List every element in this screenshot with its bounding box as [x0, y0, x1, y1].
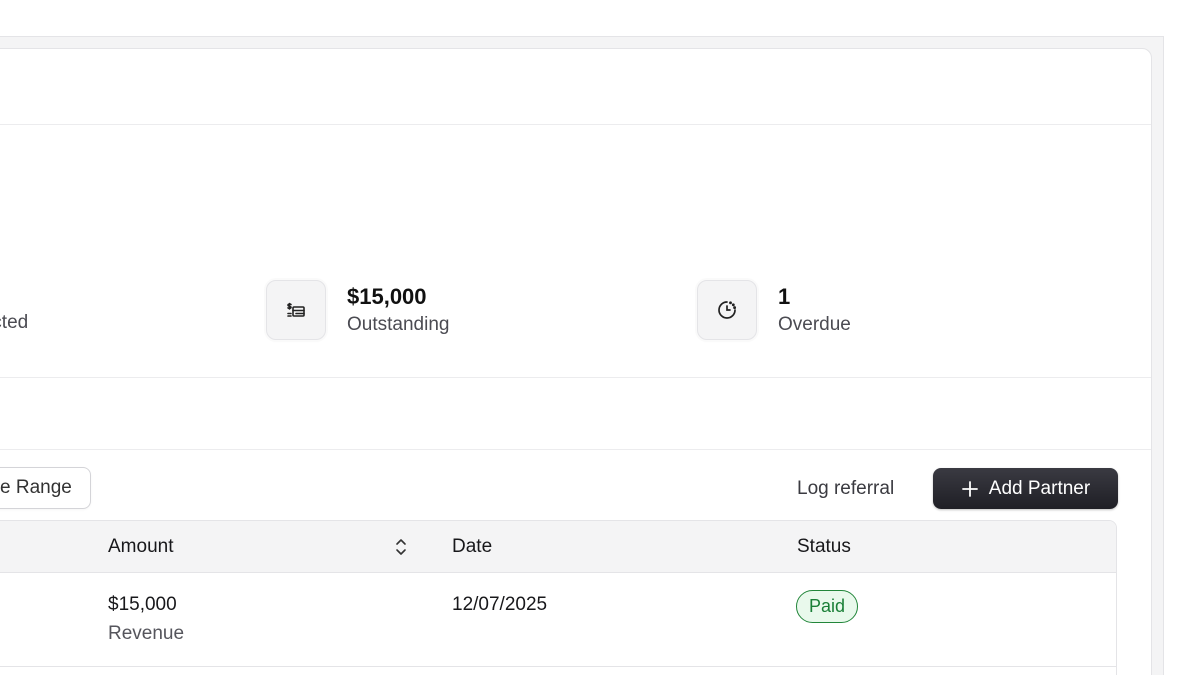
stat-label: Collected — [0, 312, 29, 333]
transactions-table: Amount Date Status $15,000 Revenue 12/07… — [0, 520, 1117, 675]
stats-section: 0 Collected $15,000 Outstanding — [0, 125, 1151, 378]
stat-label: Outstanding — [347, 314, 450, 335]
stat-outstanding: $15,000 Outstanding — [266, 280, 449, 340]
table-header: Amount Date Status — [0, 521, 1116, 573]
cell-date: 12/07/2025 — [452, 594, 548, 615]
column-header-date[interactable]: Date — [452, 535, 492, 559]
status-badge: Paid — [796, 590, 859, 623]
section-divider — [0, 378, 1151, 450]
stat-value: 1 — [778, 284, 791, 309]
stat-overdue: 1 Overdue — [697, 280, 851, 340]
stat-collected: 0 Collected — [0, 280, 28, 336]
date-range-button[interactable]: e Range — [0, 467, 91, 509]
plus-icon — [961, 480, 978, 497]
table-toolbar: e Range Log referral Add Partner — [0, 450, 1151, 522]
log-referral-link[interactable]: Log referral — [797, 477, 894, 501]
column-header-status[interactable]: Status — [797, 535, 851, 559]
invoice-icon — [266, 280, 326, 340]
stat-value: $15,000 — [347, 284, 427, 309]
stat-value: 0 — [0, 280, 28, 310]
card-header — [0, 49, 1151, 125]
clock-icon — [697, 280, 757, 340]
stat-label: Overdue — [778, 314, 851, 335]
column-header-amount[interactable]: Amount — [108, 535, 173, 559]
add-partner-button[interactable]: Add Partner — [933, 468, 1118, 509]
cell-amount-type: Revenue — [108, 623, 185, 644]
add-partner-label: Add Partner — [988, 477, 1091, 499]
table-row[interactable]: $15,000 Revenue 12/07/2025 Paid — [0, 573, 1116, 667]
cell-amount: $15,000 — [108, 594, 177, 615]
sort-icon[interactable] — [394, 535, 408, 559]
